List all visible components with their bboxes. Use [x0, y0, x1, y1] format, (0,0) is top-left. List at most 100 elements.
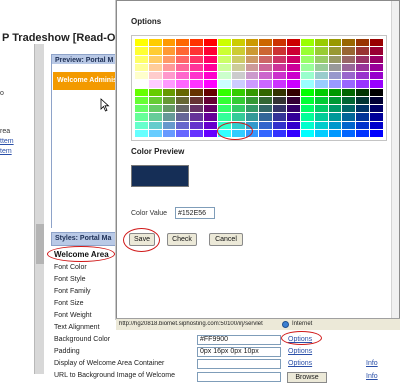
color-swatch[interactable] — [356, 47, 370, 55]
color-swatch[interactable] — [273, 39, 287, 47]
color-swatch[interactable] — [135, 39, 148, 47]
color-swatch[interactable] — [342, 96, 356, 104]
color-swatch[interactable] — [217, 63, 231, 71]
color-swatch[interactable] — [162, 129, 176, 137]
color-swatch[interactable] — [287, 96, 300, 104]
color-swatch[interactable] — [135, 72, 148, 80]
color-swatch[interactable] — [162, 63, 176, 71]
color-swatch[interactable] — [356, 80, 370, 88]
color-swatch[interactable] — [287, 129, 300, 137]
color-swatch[interactable] — [328, 105, 342, 113]
color-swatch[interactable] — [176, 39, 190, 47]
color-swatch[interactable] — [204, 96, 217, 104]
color-swatch[interactable] — [314, 72, 328, 80]
left-nav-link[interactable]: tem — [0, 148, 12, 155]
popup-scrollbar[interactable] — [391, 1, 399, 319]
color-swatch[interactable] — [370, 129, 383, 137]
color-swatch[interactable] — [342, 113, 356, 121]
color-swatch[interactable] — [342, 55, 356, 63]
color-swatch[interactable] — [259, 88, 273, 96]
color-swatch[interactable] — [135, 47, 148, 55]
color-swatch[interactable] — [300, 96, 314, 104]
color-swatch[interactable] — [287, 55, 300, 63]
background-scrollbar[interactable] — [34, 44, 44, 374]
color-swatch[interactable] — [370, 39, 383, 47]
color-swatch[interactable] — [356, 113, 370, 121]
color-swatch[interactable] — [300, 47, 314, 55]
color-swatch[interactable] — [204, 72, 217, 80]
color-swatch[interactable] — [135, 129, 148, 137]
color-swatch[interactable] — [314, 129, 328, 137]
color-swatch[interactable] — [148, 113, 162, 121]
color-swatch[interactable] — [342, 39, 356, 47]
color-swatch[interactable] — [148, 72, 162, 80]
color-swatch[interactable] — [300, 105, 314, 113]
color-swatch[interactable] — [176, 96, 190, 104]
color-swatch[interactable] — [176, 105, 190, 113]
color-swatch[interactable] — [162, 96, 176, 104]
color-swatch[interactable] — [273, 80, 287, 88]
color-swatch[interactable] — [328, 63, 342, 71]
color-swatch[interactable] — [287, 121, 300, 129]
color-swatch[interactable] — [342, 121, 356, 129]
color-swatch[interactable] — [300, 129, 314, 137]
color-swatch[interactable] — [204, 80, 217, 88]
color-swatch[interactable] — [314, 47, 328, 55]
color-swatch[interactable] — [287, 72, 300, 80]
color-swatch[interactable] — [190, 47, 204, 55]
color-swatch[interactable] — [273, 121, 287, 129]
color-swatch[interactable] — [287, 80, 300, 88]
color-swatch[interactable] — [328, 113, 342, 121]
color-swatch[interactable] — [342, 88, 356, 96]
color-swatch[interactable] — [176, 63, 190, 71]
color-swatch[interactable] — [176, 55, 190, 63]
color-swatch[interactable] — [370, 88, 383, 96]
color-swatch[interactable] — [342, 105, 356, 113]
color-swatch[interactable] — [148, 105, 162, 113]
color-swatch[interactable] — [176, 72, 190, 80]
color-swatch[interactable] — [287, 88, 300, 96]
color-swatch[interactable] — [245, 63, 259, 71]
color-swatch[interactable] — [245, 105, 259, 113]
color-swatch[interactable] — [370, 80, 383, 88]
color-swatch[interactable] — [204, 129, 217, 137]
color-swatch[interactable] — [190, 88, 204, 96]
browse-button[interactable]: Browse — [287, 372, 327, 383]
color-swatch[interactable] — [273, 96, 287, 104]
scrollbar-thumb[interactable] — [36, 224, 44, 264]
color-swatch[interactable] — [135, 88, 148, 96]
color-swatch[interactable] — [370, 72, 383, 80]
color-swatch[interactable] — [328, 96, 342, 104]
color-swatch[interactable] — [370, 63, 383, 71]
padding-options-link[interactable]: Options — [288, 348, 312, 355]
color-swatch[interactable] — [356, 88, 370, 96]
color-swatch[interactable] — [190, 113, 204, 121]
color-swatch[interactable] — [245, 88, 259, 96]
color-swatch[interactable] — [314, 96, 328, 104]
color-swatch[interactable] — [370, 96, 383, 104]
color-swatch[interactable] — [245, 55, 259, 63]
color-swatch[interactable] — [217, 113, 231, 121]
color-swatch[interactable] — [259, 63, 273, 71]
color-swatch[interactable] — [342, 72, 356, 80]
color-swatch[interactable] — [245, 80, 259, 88]
color-swatch[interactable] — [176, 129, 190, 137]
color-swatch[interactable] — [204, 105, 217, 113]
color-swatch[interactable] — [287, 63, 300, 71]
color-swatch[interactable] — [287, 105, 300, 113]
color-swatch[interactable] — [273, 88, 287, 96]
color-swatch[interactable] — [190, 39, 204, 47]
color-swatch[interactable] — [356, 96, 370, 104]
color-swatch[interactable] — [273, 63, 287, 71]
color-swatch[interactable] — [231, 72, 245, 80]
info-link[interactable]: Info — [366, 360, 378, 367]
color-swatch[interactable] — [217, 105, 231, 113]
color-swatch[interactable] — [190, 105, 204, 113]
color-swatch[interactable] — [259, 96, 273, 104]
padding-input[interactable]: 0px 16px 0px 10px — [197, 347, 281, 357]
color-swatch[interactable] — [356, 105, 370, 113]
color-swatch[interactable] — [190, 63, 204, 71]
color-swatch[interactable] — [190, 121, 204, 129]
color-swatch[interactable] — [162, 121, 176, 129]
color-swatch[interactable] — [300, 72, 314, 80]
